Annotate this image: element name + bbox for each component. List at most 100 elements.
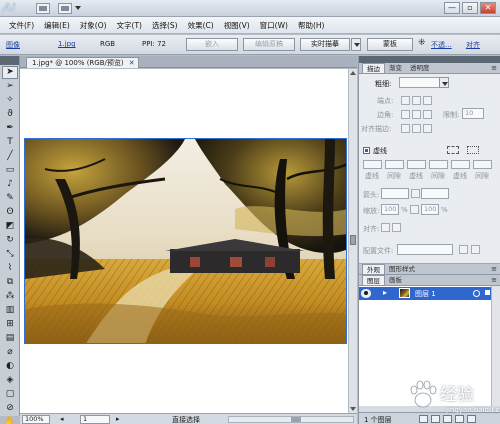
- zoom-field[interactable]: 100%: [22, 415, 50, 424]
- eraser-tool-icon[interactable]: ◩: [2, 220, 18, 233]
- rotate-tool-icon[interactable]: ↻: [2, 234, 18, 247]
- column-graph-tool-icon[interactable]: ▥: [2, 304, 18, 317]
- type-tool-icon[interactable]: T: [2, 136, 18, 149]
- symbol-sprayer-tool-icon[interactable]: ⁂: [2, 290, 18, 303]
- eyedropper-tool-icon[interactable]: ⌀: [2, 346, 18, 359]
- chevron-down-icon[interactable]: [75, 6, 81, 10]
- butt-cap-icon[interactable]: [401, 96, 410, 105]
- bevel-join-icon[interactable]: [423, 110, 432, 119]
- menu-help[interactable]: 帮助(H): [293, 20, 330, 31]
- round-cap-icon[interactable]: [412, 96, 421, 105]
- profile-select[interactable]: [397, 244, 453, 255]
- end-arrowhead-select[interactable]: [421, 188, 449, 199]
- panel-menu-icon[interactable]: ≡: [491, 276, 497, 284]
- align-inside-icon[interactable]: [412, 124, 421, 133]
- blob-brush-tool-icon[interactable]: ʘ: [2, 206, 18, 219]
- free-transform-tool-icon[interactable]: ⧉: [2, 276, 18, 289]
- swap-arrowheads-icon[interactable]: [411, 189, 420, 198]
- tools-panel-header[interactable]: [0, 56, 19, 65]
- embed-button[interactable]: 嵌入: [186, 38, 238, 51]
- tab-transparency[interactable]: 透明度: [406, 63, 434, 73]
- layer-row[interactable]: ▸ 图层 1: [359, 287, 491, 300]
- panel-header[interactable]: [359, 56, 500, 63]
- projecting-cap-icon[interactable]: [423, 96, 432, 105]
- opacity-link[interactable]: 不透...: [431, 40, 452, 50]
- pencil-tool-icon[interactable]: ✎: [2, 192, 18, 205]
- pen-tool-icon[interactable]: ✒: [2, 122, 18, 135]
- round-join-icon[interactable]: [412, 110, 421, 119]
- paintbrush-tool-icon[interactable]: ♪: [2, 178, 18, 191]
- tab-artboards[interactable]: 画板: [385, 275, 406, 285]
- tab-layers[interactable]: 图层: [362, 275, 385, 285]
- gap-field-3[interactable]: [473, 160, 492, 169]
- menu-object[interactable]: 对象(O): [75, 20, 112, 31]
- tab-stroke[interactable]: 描边: [362, 63, 385, 73]
- dash-field-2[interactable]: [407, 160, 426, 169]
- transform-icon[interactable]: ⁜: [418, 38, 426, 48]
- end-scale-field[interactable]: 100: [421, 204, 439, 215]
- horizontal-scrollbar[interactable]: [228, 416, 354, 423]
- align-link[interactable]: 对齐: [466, 40, 480, 50]
- expand-triangle-icon[interactable]: ▸: [383, 288, 387, 297]
- dashed-line-checkbox[interactable]: [363, 147, 370, 154]
- placed-image[interactable]: [24, 138, 347, 344]
- selection-tool-icon[interactable]: ➤: [2, 66, 18, 79]
- warp-tool-icon[interactable]: ⌇: [2, 262, 18, 275]
- start-arrowhead-select[interactable]: [381, 188, 409, 199]
- direct-selection-tool-icon[interactable]: ➢: [2, 80, 18, 93]
- scale-tool-icon[interactable]: ⤡: [2, 248, 18, 261]
- gap-field-1[interactable]: [385, 160, 404, 169]
- close-icon[interactable]: ✕: [129, 58, 135, 68]
- object-type-link[interactable]: 图像: [6, 40, 20, 50]
- vertical-scrollbar[interactable]: [348, 69, 357, 413]
- visibility-eye-icon[interactable]: [361, 289, 371, 298]
- menu-select[interactable]: 选择(S): [147, 20, 183, 31]
- panel-menu-icon[interactable]: ≡: [491, 265, 497, 273]
- arrange-documents-icon[interactable]: [58, 3, 72, 14]
- scroll-down-icon[interactable]: [350, 407, 356, 411]
- lasso-tool-icon[interactable]: ϑ: [2, 108, 18, 121]
- menu-window[interactable]: 窗口(W): [255, 20, 293, 31]
- menu-type[interactable]: 文字(T): [112, 20, 147, 31]
- selection-indicator-icon[interactable]: [485, 290, 490, 295]
- dash-field-1[interactable]: [363, 160, 382, 169]
- artboard-tool-icon[interactable]: ▢: [2, 388, 18, 401]
- dash-preset-2-icon[interactable]: [467, 146, 479, 154]
- arrow-tip-extend-icon[interactable]: [381, 223, 390, 232]
- trace-preset-dropdown[interactable]: [351, 38, 361, 51]
- artboard-number-field[interactable]: 1: [80, 415, 110, 424]
- dash-field-3[interactable]: [451, 160, 470, 169]
- live-paint-tool-icon[interactable]: ◈: [2, 374, 18, 387]
- target-circle-icon[interactable]: [473, 290, 480, 297]
- dash-preset-1-icon[interactable]: [447, 146, 459, 154]
- minimize-button[interactable]: —: [444, 2, 460, 14]
- live-trace-button[interactable]: 实时描摹: [300, 38, 350, 51]
- scroll-up-icon[interactable]: [350, 71, 356, 75]
- align-center-icon[interactable]: [401, 124, 410, 133]
- menu-view[interactable]: 视图(V): [219, 20, 255, 31]
- menu-file[interactable]: 文件(F): [4, 20, 39, 31]
- start-scale-field[interactable]: 100: [381, 204, 399, 215]
- bridge-icon[interactable]: [36, 3, 50, 14]
- restore-button[interactable]: ▫: [462, 2, 478, 14]
- magic-wand-tool-icon[interactable]: ✧: [2, 94, 18, 107]
- line-segment-tool-icon[interactable]: ╱: [2, 150, 18, 163]
- align-outside-icon[interactable]: [423, 124, 432, 133]
- link-scale-icon[interactable]: [410, 205, 419, 214]
- slice-tool-icon[interactable]: ⊘: [2, 402, 18, 415]
- miter-join-icon[interactable]: [401, 110, 410, 119]
- panel-menu-icon[interactable]: ≡: [491, 64, 497, 72]
- prev-artboard-icon[interactable]: ◂: [60, 415, 64, 423]
- mesh-tool-icon[interactable]: ⊞: [2, 318, 18, 331]
- tab-appearance[interactable]: 外观: [362, 264, 385, 274]
- blend-tool-icon[interactable]: ◐: [2, 360, 18, 373]
- close-button[interactable]: ✕: [480, 2, 496, 14]
- stroke-weight-dropdown[interactable]: [439, 77, 449, 88]
- rectangle-tool-icon[interactable]: ▭: [2, 164, 18, 177]
- hand-tool-icon[interactable]: ✋: [2, 416, 18, 424]
- gap-field-2[interactable]: [429, 160, 448, 169]
- document-tab[interactable]: 1.jpg* @ 100% (RGB/预览) ✕: [26, 57, 139, 68]
- limit-field[interactable]: 10: [462, 108, 484, 119]
- horizontal-scroll-thumb[interactable]: [291, 417, 301, 422]
- arrow-tip-end-icon[interactable]: [392, 223, 401, 232]
